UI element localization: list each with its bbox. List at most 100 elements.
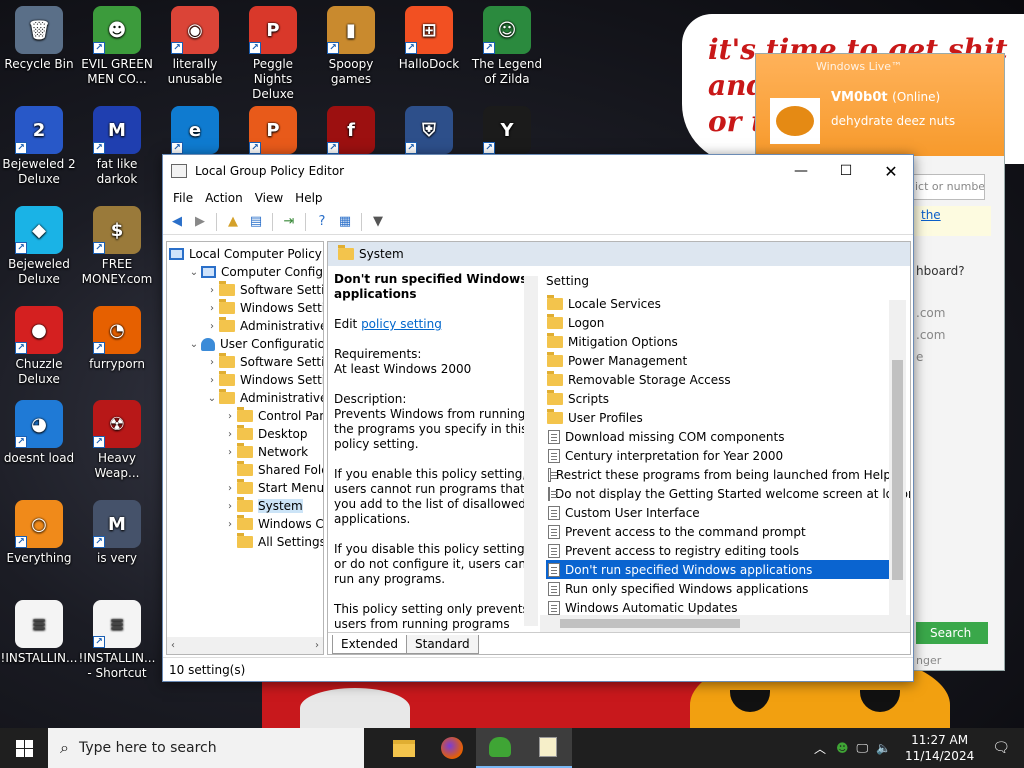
taskbar-search[interactable]: ⌕ Type here to search [48, 728, 364, 768]
desktop-icon[interactable]: P ↗ Peggle Nights Deluxe [234, 6, 312, 102]
firefox-icon[interactable] [428, 728, 476, 768]
desktop-icon[interactable]: M ↗ fat like darkok [78, 106, 156, 187]
tree-item[interactable]: Local Computer Policy [169, 245, 322, 263]
desktop-icon[interactable]: ○ ↗ Everything [0, 500, 78, 566]
desktop-icon[interactable]: ⛨ ↗ [390, 106, 468, 157]
desktop-icon[interactable]: 🗑 Recycle Bin [0, 6, 78, 72]
properties-icon[interactable]: ▦ [335, 212, 355, 232]
setting-folder-row[interactable]: User Profiles [546, 408, 891, 427]
menu-action[interactable]: Action [199, 191, 249, 205]
messenger-message[interactable]: dehydrate deez nuts [831, 114, 955, 128]
notifications-icon[interactable]: 🗨 [984, 740, 1024, 756]
desktop-icon[interactable]: ☺ ↗ The Legend of Zilda [468, 6, 546, 87]
desktop-icon[interactable]: ▮ ↗ Spoopy games [312, 6, 390, 87]
tree-item[interactable]: › Control Panel [223, 407, 323, 425]
menu-view[interactable]: View [249, 191, 289, 205]
collapsed-chevron-icon[interactable]: › [205, 285, 219, 296]
tree-item[interactable]: › Network [223, 443, 308, 461]
scroll-left-icon[interactable]: ‹ [171, 640, 175, 651]
tree-item[interactable]: All Settings [223, 533, 323, 551]
minimize-button[interactable]: — [778, 155, 824, 187]
policy-row[interactable]: Century interpretation for Year 2000 [546, 446, 891, 465]
desktop-icon[interactable]: 2 ↗ Bejeweled 2 Deluxe [0, 106, 78, 187]
collapsed-chevron-icon[interactable]: › [223, 447, 237, 458]
volume-icon[interactable]: 🔈 [872, 741, 895, 755]
up-folder-icon[interactable]: ▲ [223, 212, 243, 232]
scrollbar-thumb[interactable] [560, 619, 740, 628]
close-button[interactable]: ✕ [868, 155, 914, 187]
desktop-icon[interactable]: ☻ ↗ EVIL GREEN MEN CO... [78, 6, 156, 87]
tab-standard[interactable]: Standard [406, 635, 479, 654]
tree-item[interactable]: › System [223, 497, 303, 515]
console-tree[interactable]: Local Computer Policy ⌄ Computer Configura… [166, 241, 324, 655]
show-hidden-icons-chevron-icon[interactable]: ︿ [808, 740, 832, 757]
menu-help[interactable]: Help [289, 191, 328, 205]
desktop-icon[interactable]: f ↗ [312, 106, 390, 157]
policy-row[interactable]: Restrict these programs from being launc… [546, 465, 891, 484]
tree-item[interactable]: ⌄ Computer Configura [187, 263, 323, 281]
desktop-icon[interactable]: ◕ ↗ doesnt load [0, 400, 78, 466]
desktop-icon[interactable]: ⊞ ↗ HalloDock [390, 6, 468, 72]
policy-row[interactable]: Custom User Interface [546, 503, 891, 522]
policy-row[interactable]: Don't run specified Windows applications [546, 560, 891, 579]
messenger-search-button[interactable]: Search [916, 622, 988, 644]
tree-item[interactable]: Shared Folder [223, 461, 323, 479]
collapsed-chevron-icon[interactable]: › [205, 303, 219, 314]
policy-row[interactable]: Run only specified Windows applications [546, 579, 891, 598]
tree-item[interactable]: › Administrative Te [205, 317, 323, 335]
show-hide-tree-icon[interactable]: ▤ [246, 212, 266, 232]
network-icon[interactable]: 🖵 [853, 741, 873, 756]
desktop-icon[interactable]: P ↗ [234, 106, 312, 157]
expanded-chevron-icon[interactable]: ⌄ [187, 267, 201, 278]
tree-item[interactable]: › Software Settings [205, 281, 323, 299]
collapsed-chevron-icon[interactable]: › [223, 411, 237, 422]
tree-item[interactable]: › Desktop [223, 425, 308, 443]
collapsed-chevron-icon[interactable]: › [205, 321, 219, 332]
policy-row[interactable]: Prevent access to the command prompt [546, 522, 891, 541]
collapsed-chevron-icon[interactable]: › [223, 429, 237, 440]
column-header-setting[interactable]: Setting [546, 274, 589, 288]
desktop-icon[interactable]: $ ↗ FREE MONEY.com [78, 206, 156, 287]
gpedit-window[interactable]: Local Group Policy Editor — ☐ ✕ File Act… [162, 154, 914, 682]
expanded-chevron-icon[interactable]: ⌄ [205, 393, 219, 404]
messenger-search-field[interactable]: ict or numbe [911, 174, 985, 200]
desktop-icon[interactable]: ● ↗ Chuzzle Deluxe [0, 306, 78, 387]
setting-folder-row[interactable]: Removable Storage Access [546, 370, 891, 389]
setting-folder-row[interactable]: Mitigation Options [546, 332, 891, 351]
export-list-icon[interactable]: ⇥ [279, 212, 299, 232]
settings-list[interactable]: Setting Locale Services Logon Mitigation O… [540, 266, 910, 634]
desktop-icon[interactable]: ☢ ↗ Heavy Weap... [78, 400, 156, 481]
collapsed-chevron-icon[interactable]: › [223, 519, 237, 530]
messenger-link[interactable]: the [911, 206, 991, 236]
scrollbar-thumb[interactable] [892, 360, 903, 580]
desktop-icon[interactable]: ◔ ↗ furryporn [78, 306, 156, 372]
desktop-icon[interactable]: ◆ ↗ Bejeweled Deluxe [0, 206, 78, 287]
filter-icon[interactable]: ▼ [368, 212, 388, 232]
tree-item[interactable]: ⌄ Administrative Te [205, 389, 323, 407]
tree-item[interactable]: › Windows Setting [205, 299, 323, 317]
tree-item[interactable]: ⌄ User Configuration [187, 335, 323, 353]
back-icon[interactable]: ◀ [167, 212, 187, 232]
setting-folder-row[interactable]: Power Management [546, 351, 891, 370]
tree-horizontal-scrollbar[interactable]: ‹ › [167, 637, 323, 654]
list-horizontal-scrollbar[interactable] [540, 615, 910, 632]
policy-row[interactable]: Prevent access to registry editing tools [546, 541, 891, 560]
collapsed-chevron-icon[interactable]: › [205, 357, 219, 368]
menu-file[interactable]: File [167, 191, 199, 205]
tree-item[interactable]: › Windows Setting [205, 371, 323, 389]
desktop-icon[interactable]: e ↗ [156, 106, 234, 157]
desktop-icon[interactable]: Y ↗ [468, 106, 546, 157]
setting-folder-row[interactable]: Locale Services [546, 294, 891, 313]
desktop-icon[interactable]: ≡ ↗ !INSTALLIN... - Shortcut [78, 600, 156, 681]
messenger-status[interactable]: (Online) [892, 90, 940, 104]
policy-row[interactable]: Do not display the Getting Started welco… [546, 484, 910, 503]
tree-item[interactable]: › Windows Cor [223, 515, 323, 533]
clock[interactable]: 11:27 AM 11/14/2024 [895, 732, 984, 764]
tree-item[interactable]: › Software Settings [205, 353, 323, 371]
tab-extended[interactable]: Extended [332, 635, 407, 654]
desktop-icon[interactable]: M ↗ is very [78, 500, 156, 566]
desktop-icon[interactable]: ◉ ↗ literally unusable [156, 6, 234, 87]
maximize-button[interactable]: ☐ [823, 155, 869, 187]
collapsed-chevron-icon[interactable]: › [223, 483, 237, 494]
messenger-tray-icon[interactable]: ☻ [832, 741, 853, 755]
